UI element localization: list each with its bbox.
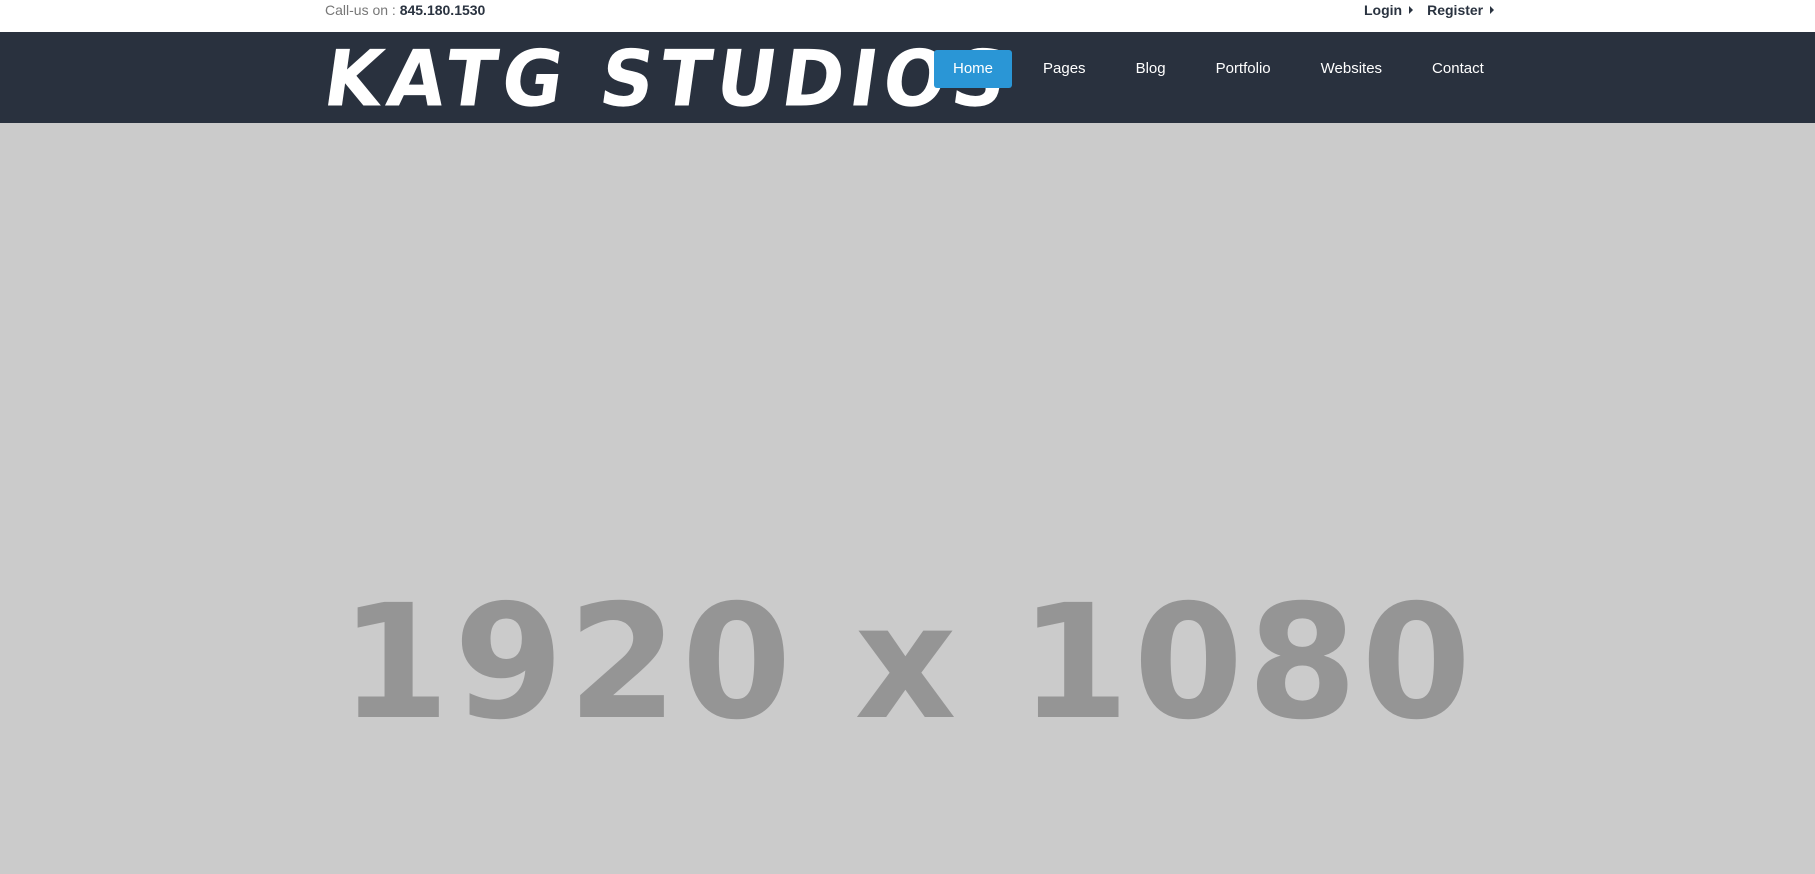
site-logo[interactable]: KATG STUDIOS <box>319 34 1019 124</box>
nav-item-contact[interactable]: Contact <box>1413 50 1503 88</box>
caret-right-icon <box>1490 6 1495 14</box>
caret-right-icon <box>1409 6 1414 14</box>
hero-banner: 1920 x 1080 <box>0 123 1815 874</box>
nav-item-blog[interactable]: Blog <box>1117 50 1185 88</box>
main-navbar: KATG STUDIOS Home Pages Blog Portfolio W… <box>0 32 1815 124</box>
register-link[interactable]: Register <box>1427 2 1495 18</box>
top-bar: Call-us on : 845.180.1530 Login Register <box>0 0 1815 32</box>
call-us: Call-us on : 845.180.1530 <box>325 2 485 18</box>
call-us-label: Call-us on : <box>325 2 400 18</box>
hero-placeholder-text: 1920 x 1080 <box>339 571 1476 755</box>
login-link[interactable]: Login <box>1364 2 1414 18</box>
auth-links: Login Register <box>1364 2 1495 18</box>
nav-item-portfolio[interactable]: Portfolio <box>1197 50 1290 88</box>
register-label: Register <box>1427 2 1484 18</box>
phone-number: 845.180.1530 <box>399 2 486 18</box>
nav-item-pages[interactable]: Pages <box>1024 50 1105 88</box>
logo-text: KATG STUDIOS <box>318 33 1019 125</box>
main-menu: Home Pages Blog Portfolio Websites Conta… <box>934 50 1515 88</box>
nav-item-home[interactable]: Home <box>934 50 1013 88</box>
login-label: Login <box>1364 2 1403 18</box>
nav-item-websites[interactable]: Websites <box>1302 50 1401 88</box>
